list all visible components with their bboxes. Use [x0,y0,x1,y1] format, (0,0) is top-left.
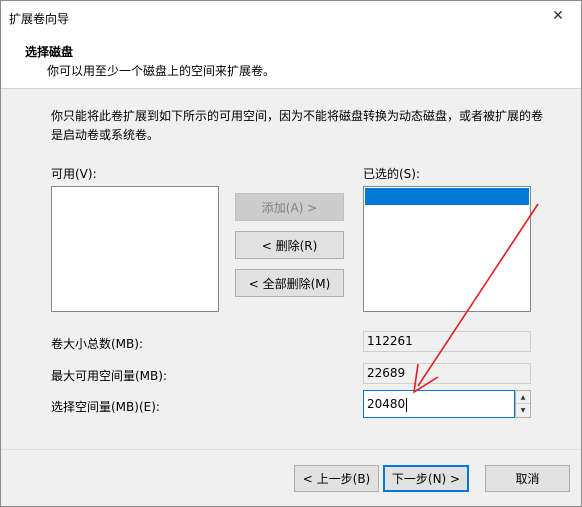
spin-down-icon: ▼ [520,407,526,414]
list-item[interactable]: 磁盘 0 20480 MB [365,188,529,220]
footer-divider [1,449,581,450]
select-space-input[interactable]: 20480 [363,390,515,418]
cancel-button[interactable]: 取消 [485,465,570,492]
spin-up-button[interactable]: ▲ [516,391,530,404]
back-button[interactable]: < 上一步(B) [294,465,379,492]
add-button[interactable]: 添加(A) > [235,193,344,221]
window-title: 扩展卷向导 [9,12,70,26]
select-space-label: 选择空间量(MB)(E): [51,400,160,414]
page-title: 选择磁盘 [25,45,74,59]
next-button[interactable]: 下一步(N) > [383,465,469,492]
remove-all-button[interactable]: < 全部删除(M) [235,269,344,297]
wizard-header: 选择磁盘 你可以用至少一个磁盘上的空间来扩展卷。 [1,33,581,89]
max-space-label: 最大可用空间量(MB): [51,369,167,383]
close-button[interactable]: ✕ [535,1,581,31]
max-space-value: 22689 [363,363,531,384]
remove-button[interactable]: < 删除(R) [235,231,344,259]
description-text: 你只能将此卷扩展到如下所示的可用空间，因为不能将磁盘转换为动态磁盘，或者被扩展的… [51,109,544,142]
title-bar: 扩展卷向导 ✕ [1,1,581,33]
total-size-label: 卷大小总数(MB): [51,337,143,351]
disk-size: 20480 MB [447,206,508,220]
select-space-spinner[interactable]: ▲ ▼ [515,390,531,418]
spin-down-button[interactable]: ▼ [516,404,530,417]
text-caret [406,397,408,412]
extend-volume-wizard-window: 扩展卷向导 ✕ 选择磁盘 你可以用至少一个磁盘上的空间来扩展卷。 你只能将此卷扩… [0,0,582,507]
selected-label: 已选的(S): [363,167,421,181]
available-listbox[interactable] [51,186,219,312]
selected-listbox[interactable]: 磁盘 0 20480 MB [363,186,531,312]
close-icon: ✕ [552,8,564,24]
available-label: 可用(V): [51,167,97,181]
total-size-value: 112261 [363,331,531,352]
page-subtitle: 你可以用至少一个磁盘上的空间来扩展卷。 [47,64,276,78]
select-space-value: 20480 [367,397,406,411]
spin-up-icon: ▲ [520,393,526,401]
disk-name: 磁盘 0 [389,206,426,220]
